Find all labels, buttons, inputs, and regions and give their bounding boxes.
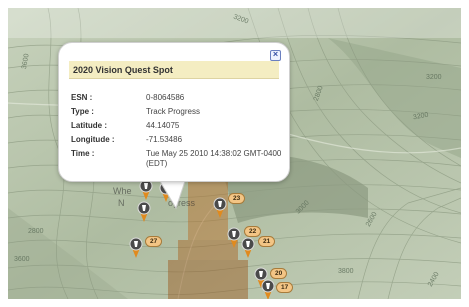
contour-label: 3200 [426,74,442,81]
contour-label: 2800 [28,228,44,235]
time-label: Time : [71,149,95,158]
marker-count-badge[interactable]: 21 [258,236,276,247]
contour-label: 3600 [14,256,30,263]
type-value: Track Progress [146,107,200,116]
map-pin-marker-icon[interactable] [136,200,152,222]
map-pin-marker-icon[interactable] [212,196,228,218]
type-label: Type : [71,107,94,116]
contour-label: 3800 [338,268,354,275]
marker-count-badge[interactable]: 23 [228,193,246,204]
longitude-value: -71.53486 [146,135,183,144]
esn-value: 0-8064586 [146,93,185,102]
latitude-label: Latitude : [71,121,107,130]
map-pin-marker-icon[interactable] [260,278,276,299]
latitude-value: 44.14075 [146,121,180,130]
map-pin-marker-icon[interactable] [128,236,144,258]
occluded-label-text: N [118,198,125,208]
map-pin-marker-icon[interactable] [240,236,256,258]
map-pin-marker-icon[interactable] [158,180,174,202]
time-value: Tue May 25 2010 14:38:02 GMT-0400 (EDT) [146,149,282,168]
marker-count-badge[interactable]: 27 [145,236,163,247]
esn-label: ESN : [71,93,93,102]
popup-title: 2020 Vision Quest Spot [69,61,279,79]
map-view[interactable]: 3600 3200 3200 2800 3200 3000 2600 2800 … [8,8,461,299]
longitude-label: Longitude : [71,135,115,144]
close-x-icon[interactable]: × [270,49,281,61]
occluded-label-text: Whe [113,186,132,196]
info-popup: × 2020 Vision Quest Spot ESN : 0-8064586… [58,42,290,182]
marker-count-badge[interactable]: 17 [276,282,294,293]
